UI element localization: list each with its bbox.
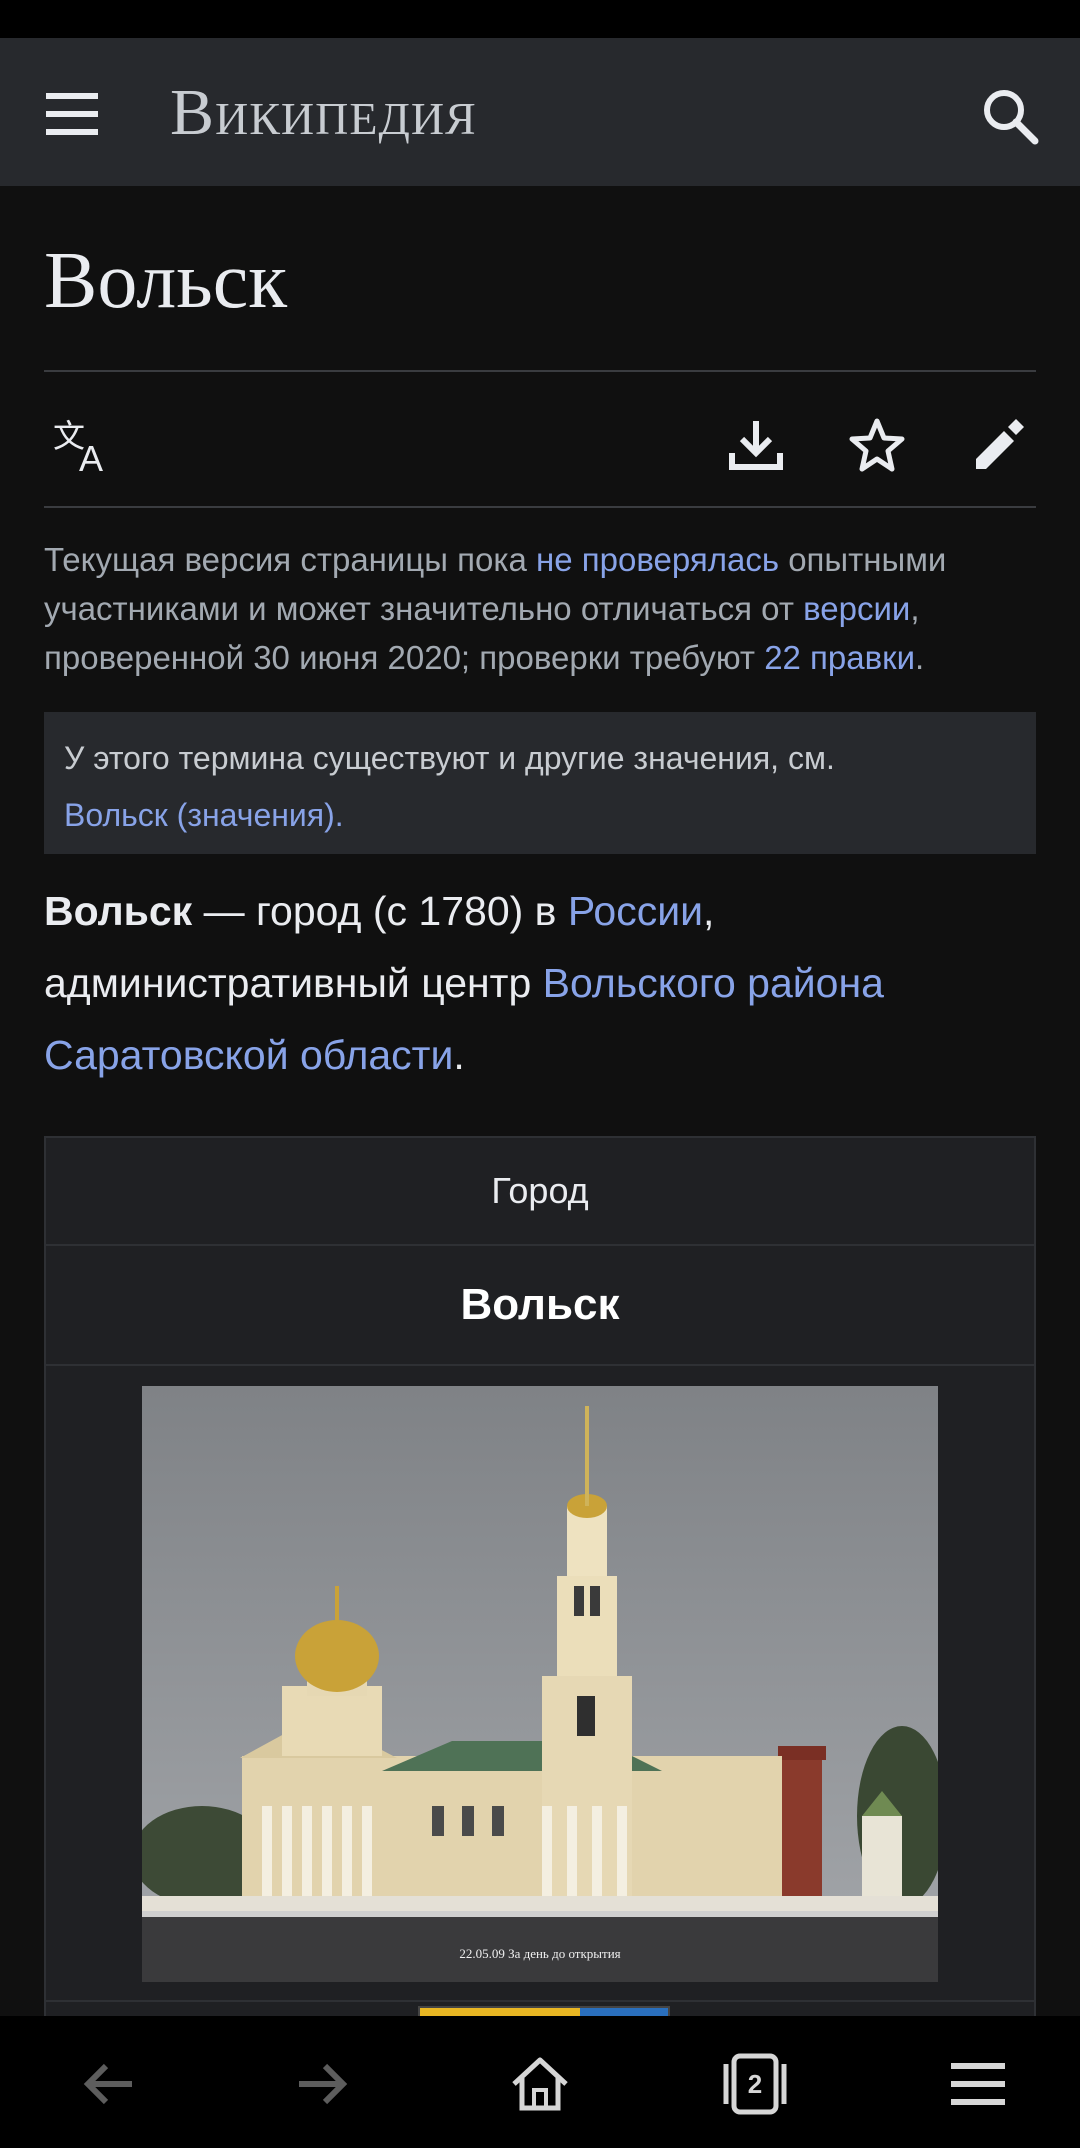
star-icon [849,418,905,472]
page-actions: 文 A [44,375,1036,505]
search-icon [984,90,1039,145]
home-icon [512,2057,568,2111]
pending-edits-link[interactable]: 22 правки [764,639,915,676]
lead-bold-title: Вольск [44,888,193,934]
notice-text-1: Текущая версия страницы пока [44,541,537,578]
lead-text-1: — город (с 1780) в [192,888,568,934]
home-button[interactable] [500,2044,580,2124]
actions-divider [44,506,1036,508]
lead-paragraph: Вольск — город (с 1780) в России, админи… [44,875,1044,1091]
hamburger-menu-icon [46,93,98,135]
page-title: Вольск [44,237,288,325]
forward-arrow-icon [299,2063,348,2105]
infobox-divider [46,2000,1034,2002]
forward-button[interactable] [283,2044,363,2124]
search-button[interactable] [970,76,1050,156]
hatnote-text: У этого термина существуют и другие знач… [64,740,835,776]
download-icon [729,421,783,470]
browser-menu-button[interactable] [938,2044,1018,2124]
russia-link[interactable]: России [568,888,703,934]
notice-text-4: . [915,639,925,676]
edit-pencil-icon [976,419,1024,469]
not-reviewed-link[interactable]: не проверялась [536,541,779,578]
app-header: Википедия [0,38,1080,186]
menu-icon [951,2063,1005,2105]
disambiguation-link[interactable]: Вольск (значения). [64,797,344,833]
lead-text-3: . [453,1032,465,1078]
tabs-button[interactable]: 2 [715,2044,795,2124]
language-icon: 文 A [53,417,103,473]
disambiguation-hatnote: У этого термина существуют и другие знач… [44,712,1036,854]
main-menu-button[interactable] [36,78,108,150]
language-button[interactable]: 文 A [44,405,124,485]
wikipedia-wordmark[interactable]: Википедия [170,68,477,158]
edit-button[interactable] [958,405,1038,485]
status-bar [0,0,1080,38]
browser-bottom-nav: 2 [0,2016,1080,2148]
title-divider [44,370,1036,372]
infobox: Город Вольск 22.05.09 За день до открыти… [44,1136,1036,2050]
photo-caption: 22.05.09 За день до открытия [459,1946,621,1961]
watch-star-button[interactable] [837,405,917,485]
cathedral-photo [142,1386,938,1982]
infobox-photo[interactable]: 22.05.09 За день до открытия [142,1386,938,1982]
download-button[interactable] [716,405,796,485]
infobox-name: Вольск [46,1246,1034,1366]
infobox-type: Город [46,1138,1034,1246]
version-link[interactable]: версии [803,590,910,627]
tab-count-badge: 2 [747,2068,763,2099]
back-button[interactable] [68,2044,148,2124]
back-arrow-icon [83,2063,132,2105]
revision-notice: Текущая версия страницы пока не проверял… [44,535,1044,682]
svg-text:A: A [79,438,103,473]
